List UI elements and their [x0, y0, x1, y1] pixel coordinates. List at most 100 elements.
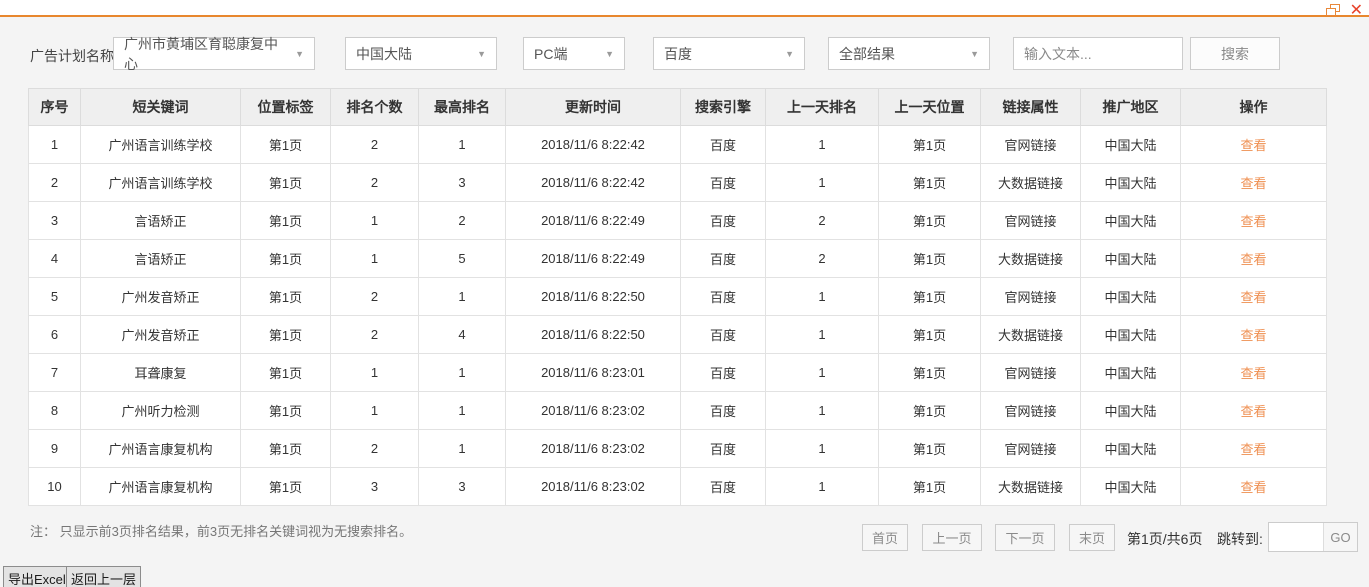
action-cell: 查看	[1181, 240, 1327, 278]
view-link[interactable]: 查看	[1240, 442, 1266, 457]
table-row: 10广州语言康复机构第1页332018/11/6 8:23:02百度1第1页大数…	[29, 468, 1327, 506]
table-cell: 官网链接	[981, 392, 1081, 430]
jump-to-label: 跳转到:	[1217, 529, 1263, 549]
restore-window-icon[interactable]	[1326, 4, 1340, 16]
table-cell: 2018/11/6 8:22:50	[506, 316, 681, 354]
plan-select-value: 广州市黄埔区育聪康复中心	[124, 34, 287, 74]
table-cell: 广州发音矫正	[81, 316, 241, 354]
table-cell: 中国大陆	[1081, 468, 1181, 506]
table-cell: 1	[419, 392, 506, 430]
region-select[interactable]: 中国大陆 ▼	[345, 37, 497, 70]
table-cell: 第1页	[879, 392, 981, 430]
view-link[interactable]: 查看	[1240, 404, 1266, 419]
table-cell: 中国大陆	[1081, 278, 1181, 316]
go-button[interactable]: GO	[1323, 523, 1357, 551]
chevron-down-icon: ▼	[785, 49, 794, 59]
table-cell: 2	[419, 202, 506, 240]
table-cell: 1	[419, 354, 506, 392]
back-button[interactable]: 返回上一层	[66, 566, 141, 587]
engine-select[interactable]: 百度 ▼	[653, 37, 805, 70]
table-cell: 3	[29, 202, 81, 240]
table-cell: 第1页	[241, 392, 331, 430]
table-cell: 广州发音矫正	[81, 278, 241, 316]
action-cell: 查看	[1181, 126, 1327, 164]
table-cell: 2	[331, 278, 419, 316]
close-icon[interactable]: ✕	[1350, 3, 1363, 17]
column-header: 推广地区	[1081, 89, 1181, 126]
table-cell: 1	[766, 278, 879, 316]
view-link[interactable]: 查看	[1240, 214, 1266, 229]
view-link[interactable]: 查看	[1240, 480, 1266, 495]
table-cell: 百度	[681, 202, 766, 240]
table-cell: 第1页	[879, 354, 981, 392]
platform-select[interactable]: PC端 ▼	[523, 37, 625, 70]
table-cell: 第1页	[241, 468, 331, 506]
chevron-down-icon: ▼	[295, 49, 304, 59]
table-row: 8广州听力检测第1页112018/11/6 8:23:02百度1第1页官网链接中…	[29, 392, 1327, 430]
platform-select-value: PC端	[534, 44, 567, 64]
table-cell: 中国大陆	[1081, 316, 1181, 354]
table-cell: 1	[331, 202, 419, 240]
engine-select-value: 百度	[664, 44, 692, 64]
table-cell: 3	[419, 468, 506, 506]
result-select[interactable]: 全部结果 ▼	[828, 37, 990, 70]
table-cell: 言语矫正	[81, 240, 241, 278]
table-cell: 第1页	[879, 278, 981, 316]
table-cell: 9	[29, 430, 81, 468]
ad-plan-label: 广告计划名称:	[30, 46, 118, 66]
note-text: 注： 只显示前3页排名结果，前3页无排名关键词视为无搜索排名。	[30, 521, 412, 540]
table-cell: 3	[419, 164, 506, 202]
table-cell: 2018/11/6 8:22:49	[506, 202, 681, 240]
table-cell: 1	[766, 316, 879, 354]
table-cell: 中国大陆	[1081, 240, 1181, 278]
export-excel-button[interactable]: 导出Excel	[3, 566, 71, 587]
table-cell: 百度	[681, 316, 766, 354]
table-body: 1广州语言训练学校第1页212018/11/6 8:22:42百度1第1页官网链…	[29, 126, 1327, 506]
table-cell: 第1页	[879, 430, 981, 468]
plan-select[interactable]: 广州市黄埔区育聪康复中心 ▼	[113, 37, 315, 70]
table-cell: 2018/11/6 8:22:49	[506, 240, 681, 278]
view-link[interactable]: 查看	[1240, 290, 1266, 305]
table-cell: 2	[331, 316, 419, 354]
table-cell: 百度	[681, 354, 766, 392]
table-cell: 1	[331, 354, 419, 392]
first-page-button[interactable]: 首页	[862, 524, 908, 551]
table-cell: 第1页	[241, 354, 331, 392]
table-cell: 广州语言训练学校	[81, 164, 241, 202]
table-cell: 1	[419, 430, 506, 468]
table-cell: 2018/11/6 8:23:01	[506, 354, 681, 392]
next-page-button[interactable]: 下一页	[995, 524, 1055, 551]
view-link[interactable]: 查看	[1240, 138, 1266, 153]
table-cell: 1	[766, 392, 879, 430]
page-info: 第1页/共6页	[1127, 529, 1202, 549]
table-cell: 2018/11/6 8:22:42	[506, 164, 681, 202]
table-cell: 1	[766, 126, 879, 164]
table-cell: 3	[331, 468, 419, 506]
table-row: 5广州发音矫正第1页212018/11/6 8:22:50百度1第1页官网链接中…	[29, 278, 1327, 316]
view-link[interactable]: 查看	[1240, 176, 1266, 191]
table-cell: 第1页	[879, 126, 981, 164]
table-cell: 百度	[681, 240, 766, 278]
table-cell: 1	[29, 126, 81, 164]
table-cell: 2018/11/6 8:23:02	[506, 430, 681, 468]
jump-to-input[interactable]	[1269, 523, 1323, 551]
table-cell: 2	[331, 164, 419, 202]
column-header: 上一天排名	[766, 89, 879, 126]
table-cell: 官网链接	[981, 430, 1081, 468]
table-cell: 百度	[681, 468, 766, 506]
view-link[interactable]: 查看	[1240, 328, 1266, 343]
search-button[interactable]: 搜索	[1190, 37, 1280, 70]
column-header: 短关键词	[81, 89, 241, 126]
table-cell: 2018/11/6 8:22:42	[506, 126, 681, 164]
view-link[interactable]: 查看	[1240, 252, 1266, 267]
table-cell: 2	[766, 202, 879, 240]
table-cell: 第1页	[241, 430, 331, 468]
prev-page-button[interactable]: 上一页	[922, 524, 982, 551]
last-page-button[interactable]: 末页	[1069, 524, 1115, 551]
action-cell: 查看	[1181, 392, 1327, 430]
table-cell: 第1页	[241, 316, 331, 354]
table-cell: 6	[29, 316, 81, 354]
view-link[interactable]: 查看	[1240, 366, 1266, 381]
table-cell: 第1页	[879, 202, 981, 240]
search-input[interactable]	[1013, 37, 1183, 70]
